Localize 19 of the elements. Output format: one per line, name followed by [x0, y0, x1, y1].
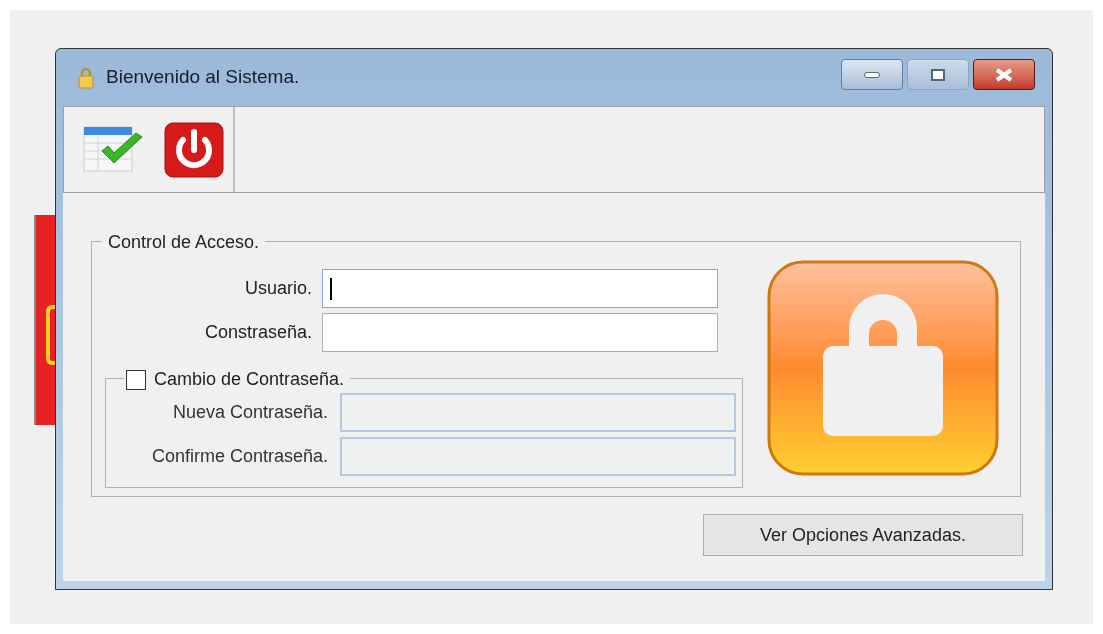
power-icon[interactable] — [164, 121, 224, 178]
close-icon — [994, 67, 1014, 82]
minimize-button[interactable] — [841, 59, 903, 90]
field-label: Nueva Contraseña. — [171, 401, 329, 424]
minimize-icon — [864, 71, 880, 78]
field-label: Usuario. — [243, 277, 313, 300]
checkbox-label: Cambio de Contraseña. — [154, 368, 345, 391]
checkbox[interactable] — [126, 369, 146, 390]
advanced-options-button[interactable]: Ver Opciones Avanzadas. — [703, 514, 1023, 556]
maximize-button[interactable] — [907, 59, 969, 90]
input-field[interactable] — [322, 269, 718, 308]
input-field[interactable] — [322, 313, 718, 352]
window-title: Bienvenido al Sistema. — [106, 65, 300, 90]
field-label: Confirme Contraseña. — [150, 445, 329, 468]
text-cursor — [330, 277, 332, 300]
close-button[interactable] — [973, 59, 1035, 90]
field-label: Constraseña. — [203, 321, 313, 344]
padlock-icon — [78, 66, 94, 89]
maximize-icon — [931, 68, 945, 81]
